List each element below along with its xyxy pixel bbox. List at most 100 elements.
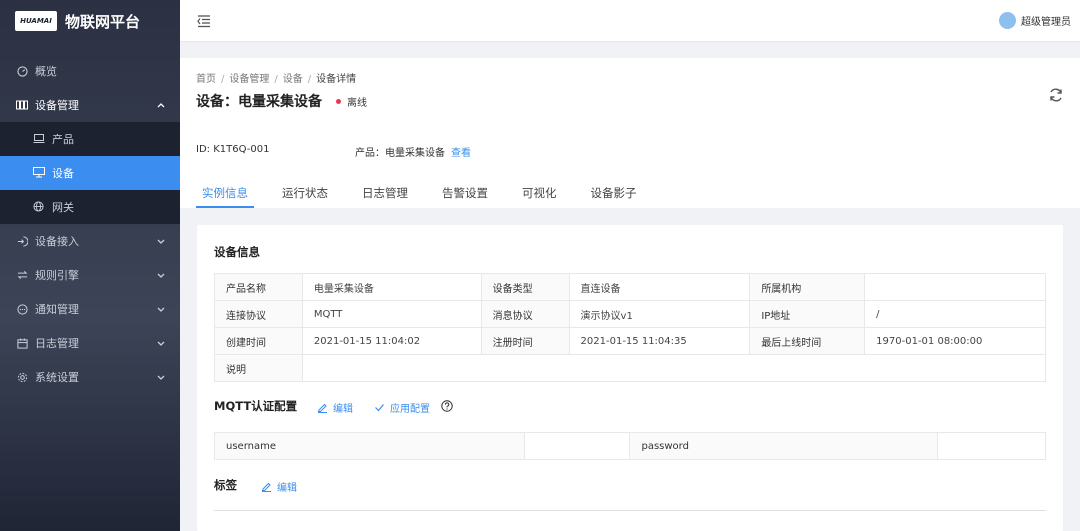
- tab-visualization[interactable]: 可视化: [516, 179, 563, 208]
- value-description: [301, 354, 1047, 382]
- breadcrumb-separator: /: [274, 74, 278, 85]
- value-product-name: 电量采集设备: [301, 273, 482, 301]
- status-dot: [336, 98, 341, 104]
- page-header: 首页 / 设备管理 / 设备 / 设备详情 设备：电量采集设备 离线 ID: K1T6Q-0…: [180, 58, 1080, 208]
- device-product-label: 产品：: [355, 148, 385, 159]
- label-create-time: 创建时间: [214, 327, 303, 355]
- value-create-time: 2021-01-15 11:04:02: [301, 327, 482, 355]
- device-product-value: 电量采集设备: [385, 148, 445, 159]
- user-name: 超级管理员: [1021, 17, 1071, 28]
- tags-edit-button[interactable]: 编辑: [261, 479, 297, 494]
- device-info-title: 设备信息: [214, 245, 260, 259]
- tab-runtime-status[interactable]: 运行状态: [276, 179, 334, 208]
- tab-device-shadow[interactable]: 设备影子: [585, 179, 643, 208]
- label-password: password: [629, 432, 939, 460]
- value-device-type: 直连设备: [568, 273, 751, 301]
- mqtt-edit-button[interactable]: 编辑: [317, 400, 353, 415]
- chevron-down-icon: [157, 239, 165, 244]
- label-ip-address: IP地址: [749, 300, 866, 328]
- table-row: 连接协议 MQTT 消息协议 演示协议v1 IP地址 /: [214, 300, 1046, 328]
- device-id-label: ID:: [196, 144, 211, 155]
- tab-alarm-settings[interactable]: 告警设置: [436, 179, 494, 208]
- label-register-time: 注册时间: [480, 327, 570, 355]
- status-badge: 离线: [336, 94, 367, 109]
- sidebar: HUAMAI 物联网平台 概览 设备管理 产品 设备 网关 设备接入 规则引擎 …: [0, 0, 180, 531]
- mqtt-edit-label: 编辑: [333, 404, 353, 415]
- sidebar-item-device[interactable]: 设备: [0, 156, 180, 190]
- sidebar-item-label: 产品: [52, 133, 74, 146]
- table-row: 创建时间 2021-01-15 11:04:02 注册时间 2021-01-15…: [214, 327, 1046, 355]
- avatar: [999, 12, 1016, 29]
- value-ip-address: /: [864, 300, 1046, 328]
- sidebar-item-label: 设备: [52, 167, 74, 180]
- sidebar-item-label: 概览: [35, 65, 57, 78]
- breadcrumb-separator: /: [221, 74, 225, 85]
- sidebar-item-notify-management[interactable]: 通知管理: [0, 292, 180, 326]
- value-message-protocol: 演示协议v1: [568, 300, 751, 328]
- apply-config-button[interactable]: 应用配置: [374, 400, 430, 415]
- sidebar-item-device-management[interactable]: 设备管理: [0, 88, 180, 122]
- value-username: [523, 432, 631, 460]
- tags-edit-label: 编辑: [277, 483, 297, 494]
- label-message-protocol: 消息协议: [480, 300, 570, 328]
- chevron-down-icon: [157, 375, 165, 380]
- mqtt-config-title: MQTT认证配置: [214, 399, 298, 413]
- edit-icon: [317, 402, 328, 413]
- breadcrumb-device-management[interactable]: 设备管理: [229, 74, 269, 85]
- breadcrumb-home[interactable]: 首页: [196, 74, 216, 85]
- refresh-icon[interactable]: [1048, 87, 1064, 103]
- message-icon: [16, 303, 28, 315]
- top-header: 超级管理员: [180, 0, 1080, 42]
- value-last-online-time: 1970-01-01 08:00:00: [864, 327, 1046, 355]
- apply-config-label: 应用配置: [390, 404, 430, 415]
- breadcrumb: 首页 / 设备管理 / 设备 / 设备详情: [196, 70, 356, 85]
- value-connect-protocol: MQTT: [301, 300, 482, 328]
- device-title: 设备：电量采集设备: [196, 94, 322, 110]
- sidebar-item-device-access[interactable]: 设备接入: [0, 224, 180, 258]
- view-product-link[interactable]: 查看: [451, 148, 471, 159]
- sidebar-item-label: 设备接入: [35, 235, 79, 248]
- calendar-icon: [16, 337, 28, 349]
- breadcrumb-device[interactable]: 设备: [283, 74, 303, 85]
- dashboard-icon: [16, 65, 28, 77]
- sidebar-item-log-management[interactable]: 日志管理: [0, 326, 180, 360]
- table-row: 产品名称 电量采集设备 设备类型 直连设备 所属机构: [214, 273, 1046, 301]
- device-id: ID: K1T6Q-001: [196, 144, 269, 155]
- user-menu[interactable]: 超级管理员: [999, 12, 1071, 29]
- sidebar-item-product[interactable]: 产品: [0, 122, 180, 156]
- sidebar-item-label: 通知管理: [35, 303, 79, 316]
- logo-badge: HUAMAI: [15, 11, 57, 31]
- label-description: 说明: [214, 354, 303, 382]
- gear-icon: [16, 371, 28, 383]
- label-organization: 所属机构: [749, 273, 866, 301]
- sidebar-item-rule-engine[interactable]: 规则引擎: [0, 258, 180, 292]
- label-username: username: [214, 432, 525, 460]
- sidebar-item-overview[interactable]: 概览: [0, 54, 180, 88]
- login-icon: [16, 235, 28, 247]
- edit-icon: [261, 481, 272, 492]
- value-register-time: 2021-01-15 11:04:35: [568, 327, 751, 355]
- tab-log-management[interactable]: 日志管理: [356, 179, 414, 208]
- sidebar-item-system-settings[interactable]: 系统设置: [0, 360, 180, 394]
- logo[interactable]: HUAMAI 物联网平台: [0, 0, 180, 42]
- value-password: [937, 432, 1046, 460]
- label-device-type: 设备类型: [480, 273, 570, 301]
- tab-bar: 实例信息 运行状态 日志管理 告警设置 可视化 设备影子: [196, 179, 665, 208]
- sidebar-item-label: 规则引擎: [35, 269, 79, 282]
- device-management-icon: [16, 99, 28, 111]
- label-product-name: 产品名称: [214, 273, 303, 301]
- chevron-down-icon: [157, 307, 165, 312]
- label-last-online-time: 最后上线时间: [749, 327, 866, 355]
- check-icon: [374, 402, 385, 413]
- logo-text: HUAMAI: [20, 17, 52, 25]
- table-row: username password: [214, 432, 1046, 460]
- question-icon[interactable]: [441, 400, 453, 412]
- status-text: 离线: [347, 97, 367, 109]
- device-info-table: 产品名称 电量采集设备 设备类型 直连设备 所属机构 连接协议 MQTT 消息协…: [214, 273, 1047, 382]
- breadcrumb-separator: /: [307, 74, 312, 85]
- sidebar-item-gateway[interactable]: 网关: [0, 190, 180, 224]
- menu-fold-icon[interactable]: [197, 14, 211, 28]
- device-id-value: K1T6Q-001: [213, 144, 270, 155]
- swap-icon: [16, 269, 28, 281]
- tab-instance-info[interactable]: 实例信息: [196, 179, 254, 208]
